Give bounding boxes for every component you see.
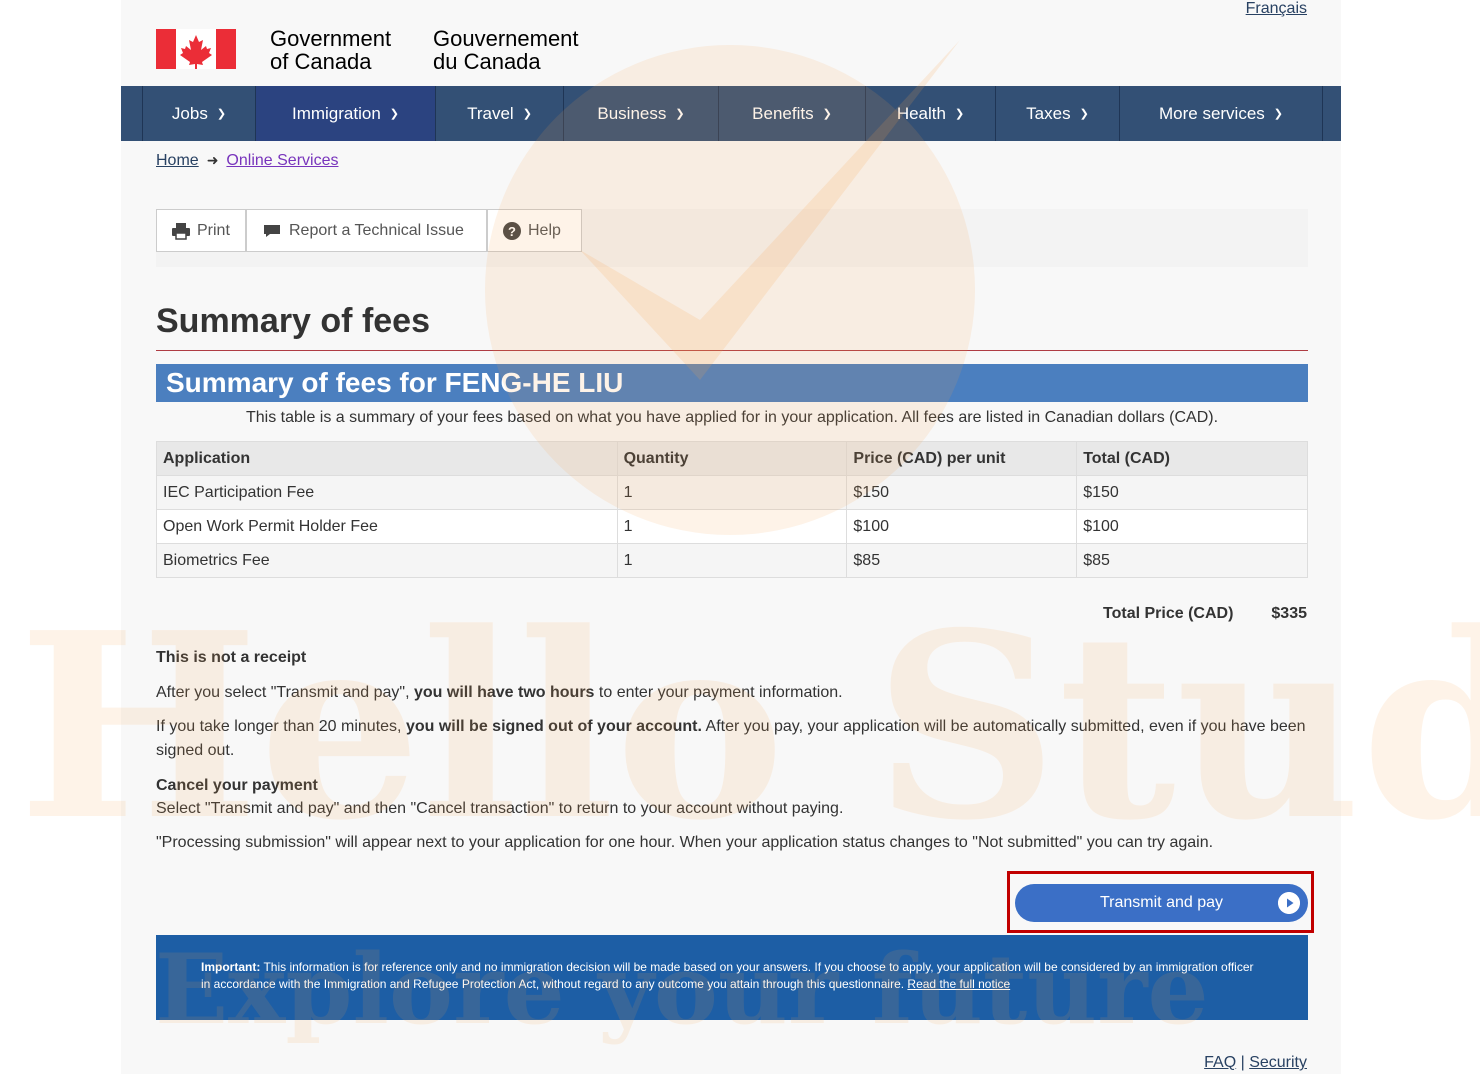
cell-application: Biometrics Fee [156, 543, 618, 578]
info-paragraph-processing: "Processing submission" will appear next… [156, 834, 1214, 851]
column-header-application: Application [156, 441, 618, 476]
cell-total: $150 [1076, 475, 1308, 510]
faq-link[interactable]: FAQ [1204, 1054, 1236, 1071]
breadcrumb-online-services-link[interactable]: Online Services [226, 152, 338, 169]
chevron-down-icon: ❯ [822, 108, 832, 120]
table-row: Open Work Permit Holder Fee 1 $100 $100 [156, 509, 1308, 544]
total-price-label: Total Price (CAD) [1103, 605, 1234, 622]
cell-total: $85 [1076, 543, 1308, 578]
cell-application: IEC Participation Fee [156, 475, 618, 510]
help-button[interactable]: ? Help [487, 209, 582, 252]
canada-flag-icon [156, 29, 236, 69]
page-toolbar: Print Report a Technical Issue ? Help [156, 209, 1308, 267]
menu-spacer [121, 86, 142, 141]
title-divider [156, 350, 1308, 351]
cell-application: Open Work Permit Holder Fee [156, 509, 618, 544]
fees-table-caption: Summary of fees for FENG-HE LIU [156, 364, 1308, 402]
fees-table: Application Quantity Price (CAD) per uni… [156, 441, 1308, 578]
menu-item-health[interactable]: Health ❯ [865, 86, 995, 141]
chevron-down-icon: ❯ [389, 108, 400, 120]
footer-separator: | [1240, 1054, 1245, 1071]
fees-table-description: This table is a summary of your fees bas… [245, 409, 1219, 426]
column-header-price: Price (CAD) per unit [846, 441, 1078, 476]
chevron-down-icon: ❯ [216, 108, 227, 120]
transmit-and-pay-button[interactable]: Transmit and pay [1015, 884, 1308, 922]
menu-item-more-services[interactable]: More services ❯ [1119, 86, 1323, 141]
report-technical-issue-button[interactable]: Report a Technical Issue [246, 209, 487, 252]
question-circle-icon: ? [503, 221, 521, 240]
cell-price: $150 [846, 475, 1078, 510]
cancel-payment-heading: Cancel your payment [156, 777, 318, 794]
table-header-row: Application Quantity Price (CAD) per uni… [156, 441, 1308, 476]
footer-links: FAQ | Security [1204, 1054, 1307, 1072]
page-title: Summary of fees [156, 302, 430, 340]
print-button[interactable]: Print [156, 209, 246, 252]
comment-icon [264, 224, 280, 237]
table-row: IEC Participation Fee 1 $150 $150 [156, 475, 1308, 510]
table-row: Biometrics Fee 1 $85 $85 [156, 543, 1308, 578]
cell-price: $85 [846, 543, 1078, 578]
info-paragraph-cancel: Select "Transmit and pay" and then "Canc… [156, 800, 844, 817]
column-header-quantity: Quantity [616, 441, 848, 476]
breadcrumb-home-link[interactable]: Home [156, 152, 199, 169]
chevron-down-icon: ❯ [675, 108, 685, 120]
read-full-notice-link[interactable]: Read the full notice [907, 977, 1010, 991]
signature-english: Government of Canada [270, 26, 392, 74]
chevron-down-icon: ❯ [954, 108, 965, 120]
menu-item-immigration[interactable]: Immigration ❯ [255, 86, 435, 141]
security-link[interactable]: Security [1249, 1054, 1307, 1071]
menu-item-benefits[interactable]: Benefits ❯ [718, 86, 865, 141]
printer-icon [172, 222, 190, 240]
chevron-down-icon: ❯ [522, 108, 532, 120]
cell-quantity: 1 [616, 543, 848, 578]
column-header-total: Total (CAD) [1076, 441, 1308, 476]
menu-item-travel[interactable]: Travel ❯ [435, 86, 563, 141]
total-price-value: $335 [1271, 605, 1307, 622]
main-menu: Jobs ❯ Immigration ❯ Travel ❯ Business ❯ Ben… [121, 86, 1341, 141]
cell-quantity: 1 [616, 475, 848, 510]
chevron-down-icon: ❯ [1079, 108, 1089, 120]
breadcrumb: Home ➜ Online Services [156, 152, 338, 170]
info-paragraph-two-hours: After you select "Transmit and pay", you… [156, 684, 843, 701]
cell-total: $100 [1076, 509, 1308, 544]
play-circle-icon [1278, 892, 1300, 914]
cell-quantity: 1 [616, 509, 848, 544]
receipt-heading: This is not a receipt [156, 649, 307, 666]
menu-item-business[interactable]: Business ❯ [563, 86, 718, 141]
chevron-down-icon: ❯ [1273, 108, 1284, 120]
menu-item-taxes[interactable]: Taxes ❯ [995, 86, 1119, 141]
cell-price: $100 [846, 509, 1078, 544]
total-price: Total Price (CAD) $335 [1103, 605, 1307, 623]
arrow-right-icon: ➜ [206, 152, 219, 168]
info-paragraph-signed-out: If you take longer than 20 minutes, you … [156, 718, 1306, 759]
important-notice: Important: This information is for refer… [156, 935, 1308, 1020]
signature-french: Gouvernement du Canada [433, 26, 579, 74]
svg-text:?: ? [508, 224, 516, 239]
page-container: Français Government of Canada Gouverneme… [121, 0, 1341, 1074]
menu-item-jobs[interactable]: Jobs ❯ [142, 86, 255, 141]
language-toggle-link[interactable]: Français [1246, 0, 1307, 18]
